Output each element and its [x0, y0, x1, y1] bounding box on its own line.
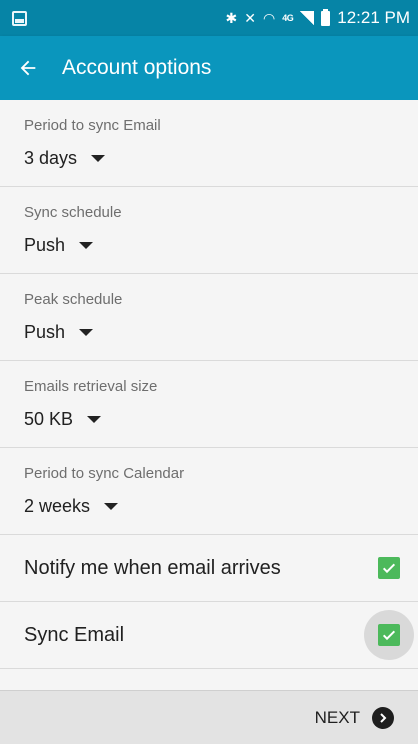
status-time: 12:21 PM	[337, 8, 410, 27]
checkmark-icon	[382, 630, 396, 641]
sync-email-checkbox[interactable]	[364, 610, 414, 660]
checkmark-icon	[382, 563, 396, 574]
notify-email-checkbox[interactable]	[364, 543, 414, 593]
setting-label: Period to sync Calendar	[24, 465, 185, 482]
setting-period-sync-email: Period to sync Email 3 days	[0, 100, 418, 187]
setting-emails-retrieval-size: Emails retrieval size 50 KB	[0, 361, 418, 448]
bottom-bar: NEXT	[0, 690, 418, 744]
mute-icon: ✕	[244, 9, 256, 26]
next-button[interactable]: NEXT	[314, 706, 394, 729]
checkbox-label: Notify me when email arrives	[24, 556, 281, 579]
period-sync-email-dropdown[interactable]: 3 days	[24, 148, 106, 169]
dropdown-arrow-icon	[104, 503, 119, 510]
notify-email-row[interactable]: Notify me when email arrives	[0, 535, 418, 602]
settings-list[interactable]: Period to sync Email 3 days Sync schedul…	[0, 100, 418, 690]
setting-label: Sync schedule	[24, 204, 122, 221]
checkbox-checked	[378, 557, 400, 579]
dropdown-value: 50 KB	[24, 409, 74, 429]
checkbox-label: Sync Email	[24, 623, 125, 646]
app-bar: Account options	[0, 36, 418, 100]
dropdown-value: 2 weeks	[24, 496, 91, 516]
signal-icon	[300, 11, 315, 25]
dropdown-arrow-icon	[79, 242, 94, 249]
setting-label: Peak schedule	[24, 291, 123, 308]
page-title: Account options	[62, 56, 212, 79]
next-label: NEXT	[314, 707, 360, 727]
dropdown-arrow-icon	[87, 416, 102, 423]
chevron-right-circle-icon	[372, 706, 394, 729]
setting-period-sync-calendar: Period to sync Calendar 2 weeks	[0, 448, 418, 535]
setting-label: Period to sync Email	[24, 117, 161, 134]
back-button[interactable]	[0, 36, 56, 100]
dropdown-arrow-icon	[79, 329, 94, 336]
back-arrow-icon	[20, 60, 36, 76]
dropdown-value: 3 days	[24, 148, 78, 168]
setting-peak-schedule: Peak schedule Push	[0, 274, 418, 361]
gallery-icon	[12, 10, 27, 26]
sync-email-row[interactable]: Sync Email	[0, 602, 418, 669]
setting-label: Emails retrieval size	[24, 378, 158, 395]
battery-icon	[321, 8, 331, 26]
checkbox-checked	[378, 624, 400, 646]
dropdown-value: Push	[24, 235, 66, 255]
peak-schedule-dropdown[interactable]: Push	[24, 322, 94, 343]
setting-sync-schedule: Sync schedule Push	[0, 187, 418, 274]
sync-schedule-dropdown[interactable]: Push	[24, 235, 94, 256]
retrieval-size-dropdown[interactable]: 50 KB	[24, 409, 102, 430]
period-sync-calendar-dropdown[interactable]: 2 weeks	[24, 496, 119, 517]
lte-icon: 4G	[282, 13, 294, 23]
dropdown-arrow-icon	[91, 155, 106, 162]
bluetooth-icon: ✱	[225, 9, 238, 26]
dropdown-value: Push	[24, 322, 66, 342]
status-bar: ✱ ✕ ◠ 4G 12:21 PM	[0, 0, 418, 36]
wifi-icon: ◠	[263, 9, 276, 26]
